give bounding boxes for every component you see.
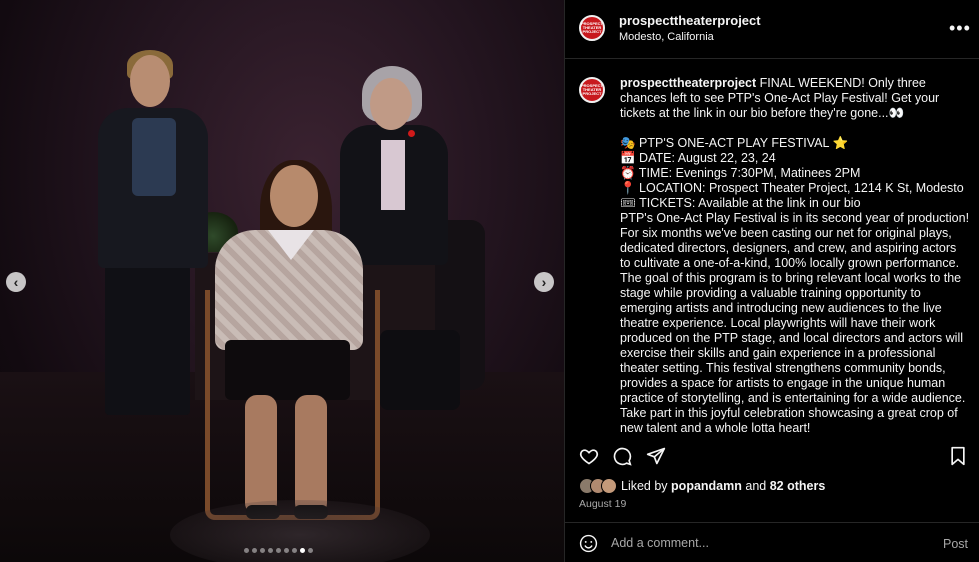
- carousel-dot: [260, 548, 265, 553]
- share-icon[interactable]: [646, 446, 666, 466]
- caption-username[interactable]: prospecttheaterproject: [620, 76, 756, 90]
- comment-input[interactable]: [611, 533, 911, 553]
- comment-icon[interactable]: [612, 446, 632, 466]
- caption-text: prospecttheaterproject FINAL WEEKEND! On…: [620, 76, 970, 436]
- caption-section: PROSPECT THEATER PROJECT prospecttheater…: [565, 60, 979, 440]
- liker-avatar[interactable]: [601, 478, 617, 494]
- likes-others-link[interactable]: 82 others: [770, 479, 826, 493]
- carousel-dots: [244, 548, 313, 553]
- more-icon[interactable]: •••: [949, 18, 971, 39]
- post-date[interactable]: August 19: [579, 498, 626, 510]
- chevron-left-icon[interactable]: ‹: [6, 272, 26, 292]
- heart-icon[interactable]: [579, 446, 599, 466]
- avatar-text: PROSPECT THEATER PROJECT: [581, 83, 604, 96]
- emoji-icon[interactable]: [579, 534, 598, 558]
- comment-bar: Post: [565, 522, 979, 562]
- carousel-dot: [244, 548, 249, 553]
- likes-summary: Liked by popandamn and 82 others: [579, 478, 825, 494]
- post-header: PROSPECT THEATER PROJECT prospecttheater…: [565, 0, 979, 59]
- likes-text: Liked by popandamn and 82 others: [621, 479, 825, 493]
- carousel-dot: [284, 548, 289, 553]
- carousel-dot: [276, 548, 281, 553]
- avatar[interactable]: PROSPECT THEATER PROJECT: [579, 15, 605, 41]
- post-media[interactable]: ‹ ›: [0, 0, 564, 562]
- post-details-panel: PROSPECT THEATER PROJECT prospecttheater…: [564, 0, 979, 562]
- chevron-right-icon[interactable]: ›: [534, 272, 554, 292]
- action-bar: [565, 442, 979, 472]
- carousel-dot: [292, 548, 297, 553]
- likes-prefix: Liked by: [621, 479, 668, 493]
- liker-username[interactable]: popandamn: [671, 479, 742, 493]
- avatar-text: PROSPECT THEATER PROJECT: [581, 21, 604, 34]
- carousel-dot: [268, 548, 273, 553]
- bookmark-icon[interactable]: [949, 446, 967, 466]
- caption-body: FINAL WEEKEND! Only three chances left t…: [620, 76, 970, 435]
- post-button[interactable]: Post: [943, 537, 968, 551]
- carousel-dot: [308, 548, 313, 553]
- carousel-dot: [300, 548, 305, 553]
- location-link[interactable]: Modesto, California: [619, 31, 714, 43]
- username-link[interactable]: prospecttheaterproject: [619, 13, 761, 28]
- carousel-dot: [252, 548, 257, 553]
- likes-and: and: [745, 479, 767, 493]
- caption-avatar[interactable]: PROSPECT THEATER PROJECT: [579, 77, 605, 103]
